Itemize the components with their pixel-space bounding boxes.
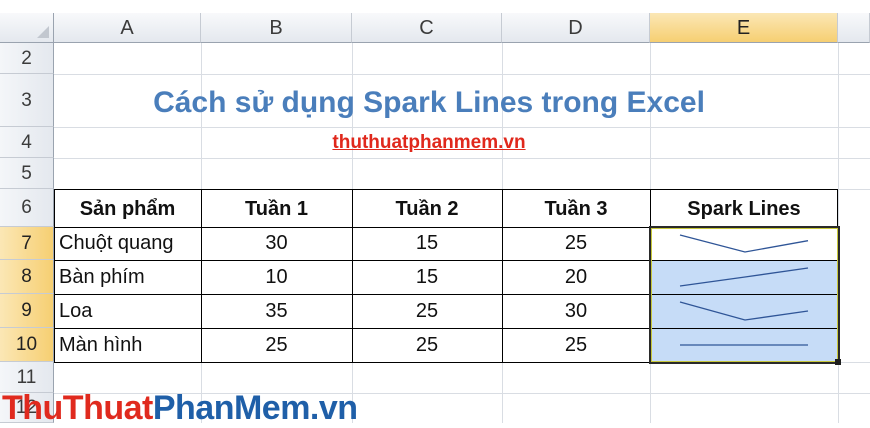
column-header-e[interactable]: E <box>650 13 838 43</box>
cell-product[interactable]: Bàn phím <box>54 260 201 294</box>
watermark-part-1: ThuThuat <box>2 389 153 427</box>
column-header-d[interactable]: D <box>502 13 650 43</box>
watermark-logo: ThuThuatPhanMem.vn <box>2 388 358 428</box>
header-week-3[interactable]: Tuần 3 <box>502 189 650 227</box>
select-all-triangle-icon <box>37 26 49 38</box>
cell-product[interactable]: Chuột quang <box>54 227 201 260</box>
row-header-5[interactable]: 5 <box>0 158 54 189</box>
row-header-6[interactable]: 6 <box>0 189 54 227</box>
gridline <box>54 74 870 75</box>
cell-week-3[interactable]: 30 <box>502 294 650 328</box>
cell-week-1[interactable]: 30 <box>201 227 352 260</box>
column-header-f[interactable] <box>838 13 870 43</box>
header-week-1[interactable]: Tuần 1 <box>201 189 352 227</box>
cell-week-1[interactable]: 35 <box>201 294 352 328</box>
cell-week-3[interactable]: 25 <box>502 328 650 362</box>
cell-week-2[interactable]: 25 <box>352 294 502 328</box>
cell-week-2[interactable]: 15 <box>352 260 502 294</box>
row-header-4[interactable]: 4 <box>0 127 54 158</box>
spreadsheet: A B C D E 2 3 4 5 6 7 8 9 10 11 12 Cách … <box>0 0 870 427</box>
gridline <box>54 158 870 159</box>
header-week-2[interactable]: Tuần 2 <box>352 189 502 227</box>
column-header-b[interactable]: B <box>201 13 352 43</box>
column-header-c[interactable]: C <box>352 13 502 43</box>
row-header-8[interactable]: 8 <box>0 260 54 294</box>
website-link[interactable]: thuthuatphanmem.vn <box>54 128 804 158</box>
watermark-part-2: PhanMem.vn <box>152 389 358 427</box>
cell-week-3[interactable]: 20 <box>502 260 650 294</box>
top-strip <box>0 0 870 13</box>
cell-week-2[interactable]: 25 <box>352 328 502 362</box>
fill-handle[interactable] <box>835 359 841 365</box>
selection-inner-border <box>651 228 838 362</box>
row-header-2[interactable]: 2 <box>0 43 54 74</box>
row-header-10[interactable]: 10 <box>0 328 54 362</box>
cell-product[interactable]: Màn hình <box>54 328 201 362</box>
cell-week-1[interactable]: 10 <box>201 260 352 294</box>
column-header-a[interactable]: A <box>54 13 201 43</box>
sheet-title: Cách sử dụng Spark Lines trong Excel <box>153 86 705 119</box>
header-spark-lines[interactable]: Spark Lines <box>650 189 838 227</box>
row-header-9[interactable]: 9 <box>0 294 54 328</box>
select-all-button[interactable] <box>0 13 54 43</box>
header-product[interactable]: Sản phẩm <box>54 189 201 227</box>
row-header-3[interactable]: 3 <box>0 74 54 127</box>
cell-week-3[interactable]: 25 <box>502 227 650 260</box>
cell-product[interactable]: Loa <box>54 294 201 328</box>
cell-week-2[interactable]: 15 <box>352 227 502 260</box>
cell-week-1[interactable]: 25 <box>201 328 352 362</box>
row-header-7[interactable]: 7 <box>0 227 54 260</box>
